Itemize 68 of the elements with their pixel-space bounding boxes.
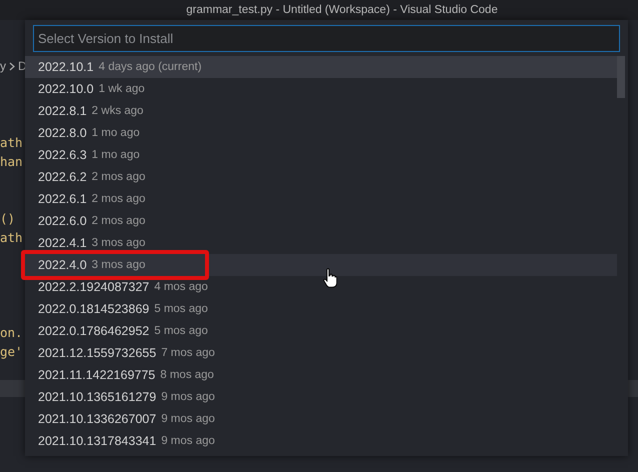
version-date: 3 mos ago [92, 237, 146, 249]
version-item[interactable]: 2022.8.1 2 wks ago [25, 100, 617, 122]
version-number: 2021.10.1336267007 [38, 412, 156, 426]
chevron-icon [9, 62, 15, 70]
version-number: 2022.4.0 [38, 258, 87, 272]
version-date: 2 mos ago [92, 171, 146, 183]
version-item[interactable]: 2022.4.0 3 mos ago [25, 254, 617, 276]
version-number: 2021.12.1559732655 [38, 346, 156, 360]
version-item[interactable]: 2021.12.1559732655 7 mos ago [25, 342, 617, 364]
version-date: 2 mos ago [92, 215, 146, 227]
version-number: 2022.2.1924087327 [38, 280, 150, 294]
version-date: 9 mos ago [161, 391, 215, 403]
current-line-highlight [0, 380, 25, 397]
version-number: 2022.10.0 [38, 82, 94, 96]
version-item[interactable]: 2021.10.1365161279 9 mos ago [25, 386, 617, 408]
code-line: ath [0, 135, 23, 150]
window-title: grammar_test.py - Untitled (Workspace) - Visual Studio Code [186, 4, 498, 16]
version-item[interactable]: 2022.0.1786462952 5 mos ago [25, 320, 617, 342]
scrollbar-thumb[interactable] [617, 56, 625, 98]
code-line: on. [0, 325, 23, 340]
version-item[interactable]: 2021.10.1317843341 9 mos ago [25, 430, 617, 452]
version-item[interactable]: 2021.10.1336267007 9 mos ago [25, 408, 617, 430]
version-date: 5 mos ago [154, 325, 208, 337]
version-date: 1 mo ago [92, 127, 140, 139]
code-line: () [0, 211, 16, 226]
current-line-highlight [628, 380, 638, 397]
version-item[interactable]: 2022.4.1 3 mos ago [25, 232, 617, 254]
version-item[interactable]: 2022.6.3 1 mo ago [25, 144, 617, 166]
version-number: 2022.6.1 [38, 192, 87, 206]
version-number: 2022.10.1 [38, 60, 94, 74]
version-number: 2022.6.2 [38, 170, 87, 184]
version-date: 5 mos ago [154, 303, 208, 315]
version-number: 2021.10.1317843341 [38, 434, 156, 448]
version-item[interactable]: 2022.6.2 2 mos ago [25, 166, 617, 188]
version-number: 2022.4.1 [38, 236, 87, 250]
version-item[interactable]: 2022.10.0 1 wk ago [25, 78, 617, 100]
version-date: 2 wks ago [92, 105, 144, 117]
version-date: 7 mos ago [161, 347, 215, 359]
version-item[interactable]: 2022.6.0 2 mos ago [25, 210, 617, 232]
version-date: 1 mo ago [92, 149, 140, 161]
version-number: 2022.0.1786462952 [38, 324, 150, 338]
version-date: 4 days ago (current) [98, 61, 202, 73]
version-date: 2 mos ago [92, 193, 146, 205]
version-number: 2022.6.3 [38, 148, 87, 162]
code-line: han [0, 154, 23, 169]
version-number: 2022.6.0 [38, 214, 87, 228]
version-item[interactable]: 2022.0.1814523869 5 mos ago [25, 298, 617, 320]
version-date: 9 mos ago [161, 413, 215, 425]
version-item[interactable]: 2022.6.1 2 mos ago [25, 188, 617, 210]
version-number: 2022.0.1814523869 [38, 302, 150, 316]
version-date: 4 mos ago [154, 281, 208, 293]
version-item[interactable]: 2022.8.0 1 mo ago [25, 122, 617, 144]
version-date: 8 mos ago [160, 369, 214, 381]
code-line: ge' [0, 344, 23, 359]
hand-cursor-icon [323, 268, 337, 288]
code-line: ath [0, 230, 23, 245]
version-number: 2021.11.1422169775 [38, 368, 156, 382]
version-item[interactable]: 2022.2.1924087327 4 mos ago [25, 276, 617, 298]
search-field[interactable]: Select Version to Install [33, 25, 620, 52]
version-number: 2022.8.0 [38, 126, 87, 140]
version-item[interactable]: 2021.11.1422169775 8 mos ago [25, 364, 617, 386]
version-number: 2022.8.1 [38, 104, 87, 118]
version-date: 3 mos ago [92, 259, 146, 271]
breadcrumb-item[interactable]: y [0, 59, 6, 73]
version-item[interactable]: 2022.10.1 4 days ago (current) [25, 56, 617, 78]
version-date: 1 wk ago [98, 83, 145, 95]
version-date: 9 mos ago [161, 435, 215, 447]
version-number: 2021.10.1365161279 [38, 390, 156, 404]
